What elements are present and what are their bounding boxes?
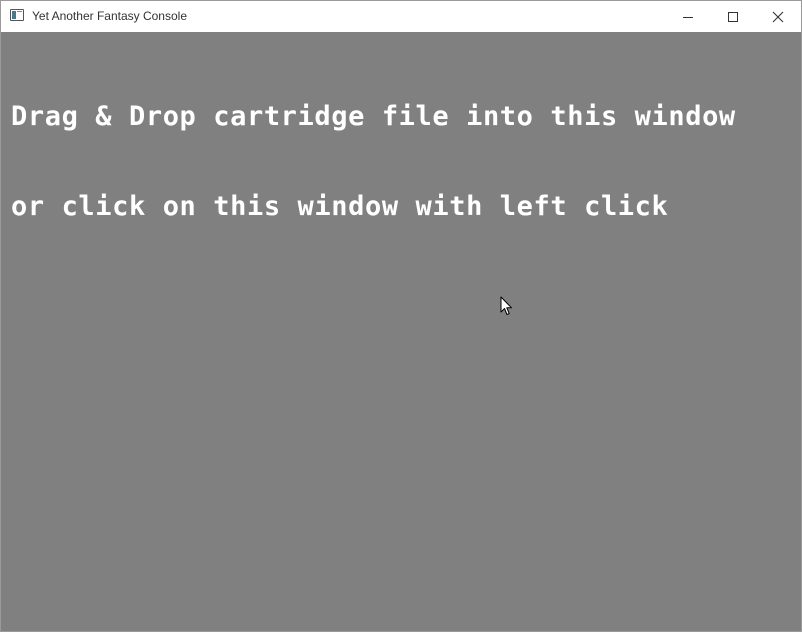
app-icon bbox=[10, 9, 24, 21]
arrow-cursor-icon bbox=[500, 296, 512, 315]
maximize-icon bbox=[728, 11, 738, 22]
instruction-line-2: or click on this window with left click bbox=[11, 191, 669, 222]
maximize-button[interactable] bbox=[710, 1, 756, 32]
close-button[interactable] bbox=[755, 1, 801, 32]
window-title: Yet Another Fantasy Console bbox=[32, 9, 187, 23]
console-screen[interactable]: Drag & Drop cartridge file into this win… bbox=[1, 32, 801, 631]
minimize-icon bbox=[683, 16, 693, 18]
instruction-message: Drag & Drop cartridge file into this win… bbox=[11, 42, 736, 282]
close-icon bbox=[772, 11, 784, 22]
instruction-line-1: Drag & Drop cartridge file into this win… bbox=[11, 101, 736, 132]
minimize-button[interactable] bbox=[665, 1, 711, 32]
title-bar[interactable]: Yet Another Fantasy Console bbox=[1, 1, 801, 32]
app-window: Yet Another Fantasy Console Drag & Drop … bbox=[0, 0, 802, 632]
